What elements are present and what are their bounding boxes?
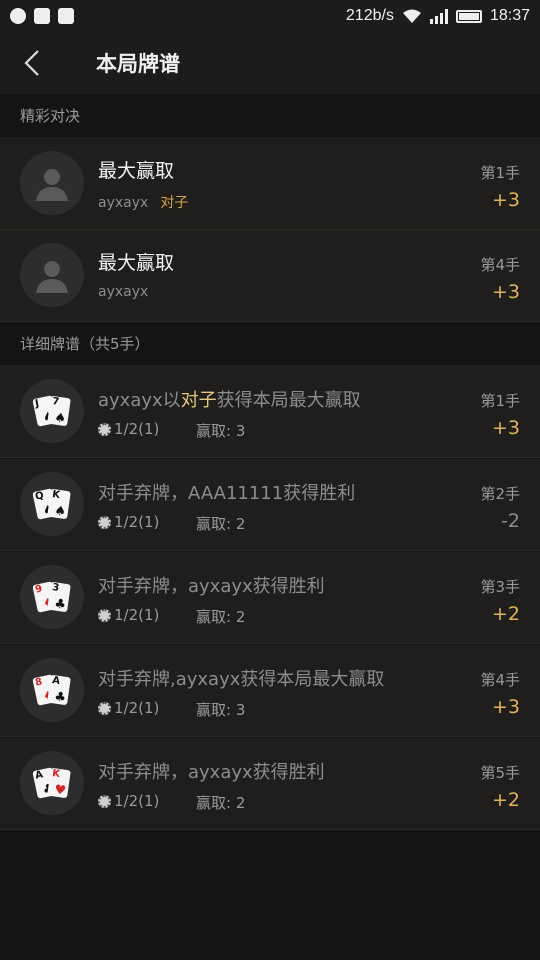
hand-description: 对手弃牌，ayxayx获得胜利 [98, 762, 325, 783]
chip-icon [98, 794, 111, 808]
playing-card: 7 ♠ [47, 395, 71, 427]
user-icon [36, 261, 68, 293]
score: +2 [491, 603, 520, 625]
blinds: 1/2(1) [98, 420, 159, 438]
chevron-left-icon [24, 50, 39, 76]
hand-row[interactable]: 9♦ 3♣ 对手弃牌，ayxayx获得胜利 1/2(1) 赢取: 2 第3手 +… [0, 552, 540, 644]
blinds: 1/2(1) [98, 606, 159, 624]
section-details: 详细牌谱（共5手） [0, 322, 540, 366]
image-notification-icon [34, 8, 50, 24]
score: +3 [491, 189, 520, 211]
chip-icon [98, 608, 111, 622]
user-icon [36, 169, 68, 201]
battery-icon [455, 9, 482, 23]
hole-cards: Q♠ K♠ [20, 472, 84, 536]
win-amount: 赢取: 3 [196, 422, 246, 440]
avatar [20, 243, 84, 307]
section-highlights: 精彩对决 [0, 94, 540, 138]
hand-description: 对手弃牌，ayxayx获得胜利 [98, 576, 325, 597]
hole-cards: 9♦ 3♣ [20, 565, 84, 629]
highlight-title: 最大赢取 [98, 160, 175, 182]
highlight-player: ayxayx [98, 284, 148, 300]
avatar [20, 151, 84, 215]
wifi-icon [402, 9, 421, 23]
hand-row[interactable]: 8♦ A♣ 对手弃牌,ayxayx获得本局最大赢取 1/2(1) 赢取: 3 第… [0, 645, 540, 737]
page-title: 本局牌谱 [96, 52, 180, 76]
blinds: 1/2(1) [98, 513, 159, 531]
status-bar: 212b/s 18:37 [0, 0, 540, 32]
win-amount: 赢取: 3 [196, 701, 246, 719]
hand-row[interactable]: Q♠ K♠ 对手弃牌，AAA11111获得胜利 1/2(1) 赢取: 2 第2手… [0, 459, 540, 551]
clock: 18:37 [489, 7, 530, 24]
hand-description: ayxayx以对子获得本局最大赢取 [98, 390, 361, 411]
win-amount: 赢取: 2 [196, 794, 246, 812]
playing-card: K ♥ [47, 767, 71, 799]
hand-description: 对手弃牌，AAA11111获得胜利 [98, 483, 356, 504]
hand-number: 第3手 [480, 578, 520, 596]
hand-number: 第4手 [480, 671, 520, 689]
chip-icon [98, 422, 111, 436]
highlight-player: ayxayx 对子 [98, 192, 188, 212]
hand-row[interactable]: A♣ K♥ 对手弃牌，ayxayx获得胜利 1/2(1) 赢取: 2 第5手 +… [0, 738, 540, 830]
hand-number: 第1手 [480, 392, 520, 410]
highlight-title: 最大赢取 [98, 252, 175, 274]
score: +3 [491, 417, 520, 439]
blinds: 1/2(1) [98, 699, 159, 717]
chat-notification-icon [10, 8, 26, 24]
highlight-row[interactable]: 最大赢取 ayxayx 对子 第1手 +3 [0, 138, 540, 230]
score: -2 [501, 510, 520, 532]
score: +2 [491, 789, 520, 811]
win-amount: 赢取: 2 [196, 515, 246, 533]
score: +3 [491, 696, 520, 718]
hole-cards: A♣ K♥ [20, 751, 84, 815]
square-notification-icon [58, 8, 74, 24]
blinds: 1/2(1) [98, 792, 159, 810]
chip-icon [98, 515, 111, 529]
win-amount: 赢取: 2 [196, 608, 246, 626]
hand-number: 第2手 [480, 485, 520, 503]
player-name: ayxayx [98, 195, 149, 211]
hand-number: 第1手 [480, 164, 520, 182]
header-bar: 本局牌谱 [0, 32, 540, 94]
hole-cards: J♠ 7♠ [20, 379, 84, 443]
highlight-row[interactable]: 最大赢取 ayxayx 第4手 +3 [0, 230, 540, 322]
signal-icon [429, 8, 448, 24]
back-button[interactable] [0, 32, 64, 94]
hand-number: 第5手 [480, 764, 520, 782]
playing-card: K ♠ [47, 488, 71, 520]
hand-description: 对手弃牌,ayxayx获得本局最大赢取 [98, 669, 385, 690]
hole-cards: 8♦ A♣ [20, 658, 84, 722]
score: +3 [491, 281, 520, 303]
hand-type-tag: 对子 [160, 195, 189, 211]
network-speed: 212b/s [345, 7, 394, 24]
chip-icon [98, 701, 111, 715]
hand-number: 第4手 [480, 256, 520, 274]
playing-card: 3 ♣ [47, 581, 71, 613]
playing-card: A♣ [47, 674, 71, 706]
player-name: ayxayx [98, 284, 149, 300]
hand-row[interactable]: J♠ 7♠ ayxayx以对子获得本局最大赢取 1/2(1) 赢取: 3 第1手… [0, 366, 540, 458]
